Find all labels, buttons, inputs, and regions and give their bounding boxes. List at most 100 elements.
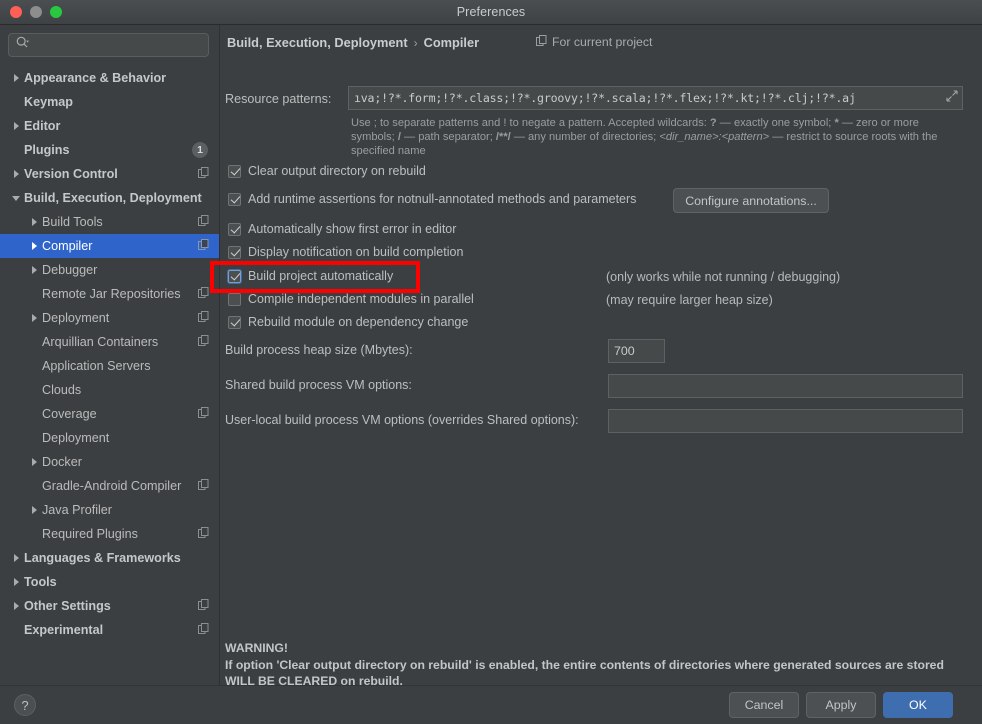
copy-icon	[198, 311, 209, 325]
copy-icon	[198, 239, 209, 253]
breadcrumb-root[interactable]: Build, Execution, Deployment	[227, 35, 408, 50]
sidebar-item-other-settings[interactable]: Other Settings	[0, 594, 219, 618]
checkbox-rebuild-module-on-dependency-change[interactable]: Rebuild module on dependency change	[228, 315, 468, 329]
sidebar-item-plugins[interactable]: Plugins 1	[0, 138, 219, 162]
sidebar-item-docker[interactable]: Docker	[0, 450, 219, 474]
sidebar-item-coverage[interactable]: Coverage	[0, 402, 219, 426]
checkbox-display-notification-on-build-completion[interactable]: Display notification on build completion	[228, 245, 463, 259]
sidebar-item-deployment[interactable]: Deployment	[0, 426, 219, 450]
checkbox-box[interactable]	[228, 269, 241, 283]
sidebar-item-editor[interactable]: Editor	[0, 114, 219, 138]
scope-indicator: For current project	[536, 35, 652, 49]
copy-icon	[198, 167, 209, 181]
scope-label: For current project	[552, 35, 653, 49]
resource-patterns-hint: Use ; to separate patterns and ! to nega…	[351, 116, 963, 159]
sidebar-item-label: Coverage	[42, 407, 97, 421]
field-label-build-process-heap-size-mbytes: Build process heap size (Mbytes):	[225, 343, 413, 357]
chevron-right-icon[interactable]	[26, 506, 42, 514]
chevron-right-icon[interactable]	[26, 458, 42, 466]
resource-patterns-input[interactable]: ıva;!?*.form;!?*.class;!?*.groovy;!?*.sc…	[348, 86, 963, 110]
checkbox-compile-independent-modules-in-parallel[interactable]: Compile independent modules in parallel	[228, 292, 474, 306]
hint-globstar: /**/	[495, 131, 511, 144]
sidebar-item-label: Experimental	[24, 623, 104, 637]
sidebar-item-clouds[interactable]: Clouds	[0, 378, 219, 402]
sidebar-item-application-servers[interactable]: Application Servers	[0, 354, 219, 378]
settings-tree: Appearance & Behavior Keymap Editor Plugins…	[0, 66, 219, 642]
checkbox-label: Add runtime assertions for notnull-annot…	[248, 192, 637, 206]
resource-patterns-label: Resource patterns:	[225, 92, 332, 106]
copy-icon	[198, 527, 209, 541]
chevron-right-icon[interactable]	[8, 578, 24, 586]
window-title: Preferences	[456, 5, 526, 19]
checkbox-build-project-automatically[interactable]: Build project automatically	[228, 269, 393, 283]
chevron-down-icon[interactable]	[8, 195, 24, 201]
sidebar-item-gradle-android-compiler[interactable]: Gradle-Android Compiler	[0, 474, 219, 498]
plugins-update-badge: 1	[192, 142, 208, 158]
sidebar-item-label: Plugins	[24, 143, 70, 157]
ok-button[interactable]: OK	[883, 692, 953, 718]
sidebar-item-tools[interactable]: Tools	[0, 570, 219, 594]
help-button[interactable]: ?	[14, 694, 36, 716]
copy-icon	[198, 599, 209, 613]
configure-annotations-button[interactable]: Configure annotations...	[673, 188, 829, 213]
sidebar-item-label: Java Profiler	[42, 503, 112, 517]
sidebar-item-version-control[interactable]: Version Control	[0, 162, 219, 186]
checkbox-box[interactable]	[228, 245, 241, 259]
chevron-right-icon[interactable]	[26, 314, 42, 322]
copy-icon	[198, 407, 209, 421]
checkbox-label: Clear output directory on rebuild	[248, 164, 426, 178]
checkbox-box[interactable]	[228, 192, 241, 206]
sidebar-item-label: Remote Jar Repositories	[42, 287, 181, 301]
chevron-right-icon[interactable]	[8, 74, 24, 82]
warning-title: WARNING!	[225, 641, 288, 655]
search-icon	[16, 36, 29, 54]
checkbox-label: Rebuild module on dependency change	[248, 315, 469, 329]
chevron-right-icon[interactable]	[26, 242, 42, 250]
sidebar-item-arquillian-containers[interactable]: Arquillian Containers	[0, 330, 219, 354]
sidebar-item-build-execution-deployment[interactable]: Build, Execution, Deployment	[0, 186, 219, 210]
sidebar-item-experimental[interactable]: Experimental	[0, 618, 219, 642]
field-input-shared-build-process-vm-options[interactable]	[608, 374, 963, 398]
sidebar-item-debugger[interactable]: Debugger	[0, 258, 219, 282]
field-input-user-local-build-process-vm-options-over[interactable]	[608, 409, 963, 433]
sidebar-item-build-tools[interactable]: Build Tools	[0, 210, 219, 234]
checkbox-automatically-show-first-error-in-editor[interactable]: Automatically show first error in editor	[228, 222, 456, 236]
checkbox-box[interactable]	[228, 292, 241, 306]
field-input-build-process-heap-size-mbytes[interactable]: 700	[608, 339, 665, 363]
cancel-button[interactable]: Cancel	[729, 692, 799, 718]
checkbox-box[interactable]	[228, 315, 241, 329]
hint-seg-4: — path separator;	[400, 131, 496, 144]
search-input[interactable]	[8, 33, 209, 57]
sidebar-item-java-profiler[interactable]: Java Profiler	[0, 498, 219, 522]
checkbox-box[interactable]	[228, 222, 241, 236]
sidebar-item-label: Build Tools	[42, 215, 103, 229]
sidebar-item-keymap[interactable]: Keymap	[0, 90, 219, 114]
sidebar-item-deployment[interactable]: Deployment	[0, 306, 219, 330]
sidebar-item-label: Debugger	[42, 263, 98, 277]
chevron-right-icon[interactable]	[8, 554, 24, 562]
sidebar-item-label: Deployment	[42, 311, 110, 325]
sidebar-item-label: Arquillian Containers	[42, 335, 159, 349]
sidebar-item-appearance-behavior[interactable]: Appearance & Behavior	[0, 66, 219, 90]
chevron-right-icon[interactable]	[8, 602, 24, 610]
copy-icon	[198, 335, 209, 349]
checkbox-box[interactable]	[228, 164, 241, 178]
breadcrumb: Build, Execution, Deployment › Compiler	[227, 35, 479, 50]
checkbox-add-runtime-assertions-for-notnull-annotated-methods-and-parameters[interactable]: Add runtime assertions for notnull-annot…	[228, 192, 636, 206]
sidebar-item-remote-jar-repositories[interactable]: Remote Jar Repositories	[0, 282, 219, 306]
expand-icon[interactable]	[946, 89, 958, 107]
field-label-user-local-build-process-vm-options-over: User-local build process VM options (ove…	[225, 413, 579, 427]
apply-button[interactable]: Apply	[806, 692, 876, 718]
checkbox-clear-output-directory-on-rebuild[interactable]: Clear output directory on rebuild	[228, 164, 426, 178]
chevron-right-icon[interactable]	[8, 170, 24, 178]
sidebar-item-label: Deployment	[42, 431, 110, 445]
chevron-right-icon[interactable]	[8, 122, 24, 130]
sidebar-item-compiler[interactable]: Compiler	[0, 234, 219, 258]
sidebar-item-languages-frameworks[interactable]: Languages & Frameworks	[0, 546, 219, 570]
chevron-right-icon[interactable]	[26, 266, 42, 274]
hint-seg-2: — exactly one symbol;	[716, 117, 835, 129]
sidebar-item-required-plugins[interactable]: Required Plugins	[0, 522, 219, 546]
chevron-right-icon[interactable]	[26, 218, 42, 226]
checkbox-label: Display notification on build completion	[248, 245, 464, 259]
checkbox-note: (only works while not running / debuggin…	[606, 270, 841, 284]
